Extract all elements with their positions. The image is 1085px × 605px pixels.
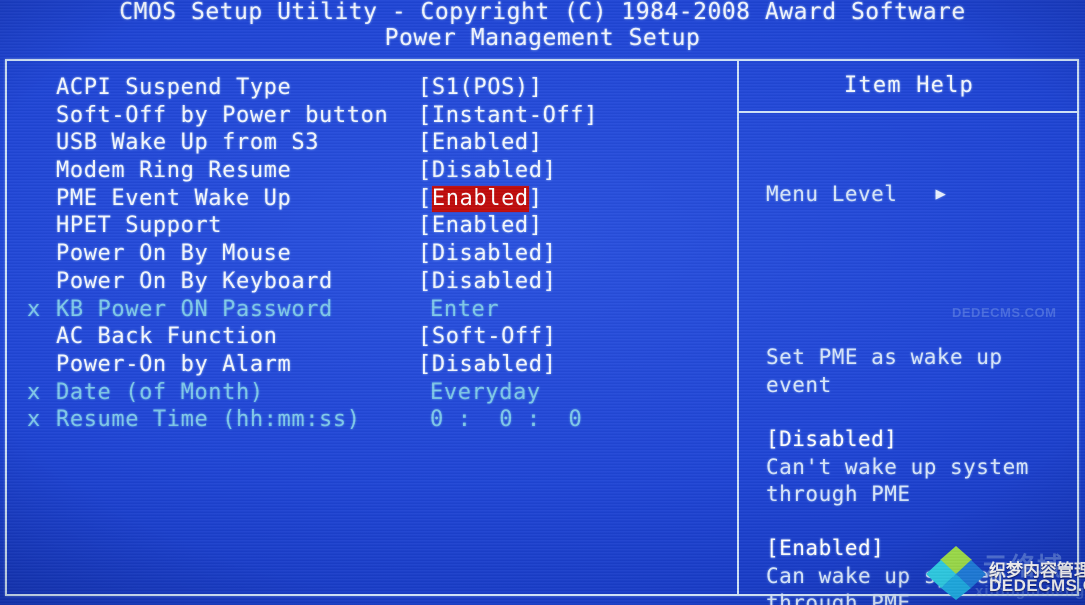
setting-row[interactable]: USB Wake Up from S3 [Enabled]: [0, 129, 737, 157]
setting-value[interactable]: [Enabled]: [418, 212, 543, 240]
setting-row[interactable]: x Resume Time (hh:mm:ss) 0 : 0 : 0: [0, 406, 737, 434]
faint-watermark-text: DEDECMS.COM: [952, 305, 1057, 320]
setting-row[interactable]: Modem Ring Resume [Disabled]: [0, 157, 737, 185]
help-line: Set PME as wake up: [766, 345, 1003, 370]
setting-row[interactable]: HPET Support [Enabled]: [0, 212, 737, 240]
settings-list: ACPI Suspend Type [S1(POS)] Soft-Off by Po…: [0, 74, 737, 434]
setting-label: AC Back Function: [56, 324, 278, 350]
setting-label: Date (of Month): [56, 379, 264, 405]
setting-label: Power On By Keyboard: [56, 268, 333, 294]
setting-row[interactable]: AC Back Function [Soft-Off]: [0, 323, 737, 351]
help-spacer: [766, 399, 1076, 426]
disabled-marker-icon: x: [27, 379, 41, 405]
dedecms-watermark: 云络域 xitonghcheng.com 织梦内容管理系统 DEDECMS.CO…: [925, 543, 1085, 601]
help-line: [Disabled]: [766, 427, 898, 452]
setting-row[interactable]: x KB Power ON Password Enter: [0, 296, 737, 324]
disabled-marker-icon: x: [27, 296, 41, 322]
setting-row[interactable]: x Date (of Month) Everyday: [0, 379, 737, 407]
setting-value[interactable]: [Enabled]: [418, 185, 543, 213]
setting-row[interactable]: Power On By Mouse [Disabled]: [0, 240, 737, 268]
help-spacer: [766, 262, 1076, 289]
setting-label: Power-On by Alarm: [56, 351, 292, 377]
setting-row[interactable]: Soft-Off by Power button [Instant-Off]: [0, 102, 737, 130]
selected-value-highlight[interactable]: Enabled: [431, 185, 529, 212]
setting-label: Resume Time (hh:mm:ss): [56, 407, 361, 433]
value-bracket-close: ]: [528, 185, 543, 211]
setting-label: KB Power ON Password: [56, 296, 333, 322]
setting-value[interactable]: [Disabled]: [418, 268, 556, 296]
help-line: Can't wake up system: [766, 454, 1029, 479]
screen-title-block: CMOS Setup Utility - Copyright (C) 1984-…: [0, 0, 1085, 51]
setting-value[interactable]: Enter: [430, 296, 499, 324]
value-bracket-open: [: [418, 185, 432, 211]
setting-label: Power On By Mouse: [56, 241, 292, 267]
setting-value[interactable]: [Disabled]: [418, 157, 556, 185]
help-line: event: [766, 372, 832, 397]
item-help-body: Menu Level ▶ Set PME as wake up event [Disa…: [766, 126, 1076, 605]
setting-value[interactable]: [Enabled]: [418, 129, 543, 157]
setting-row[interactable]: Power-On by Alarm [Disabled]: [0, 351, 737, 379]
setting-value[interactable]: [Disabled]: [418, 351, 556, 379]
setting-label: Modem Ring Resume: [56, 158, 292, 184]
panel-divider: [737, 59, 739, 596]
page-title: Power Management Setup: [384, 25, 701, 51]
dedecms-watermark-en: DEDECMS.COM: [989, 576, 1085, 595]
bios-setup-screen: CMOS Setup Utility - Copyright (C) 1984-…: [0, 0, 1085, 605]
help-spacer: [766, 508, 1076, 535]
menu-level-arrow-icon: ▶: [935, 183, 947, 204]
setting-label: HPET Support: [56, 213, 223, 239]
disabled-marker-icon: x: [27, 407, 41, 433]
setting-label: ACPI Suspend Type: [56, 75, 292, 100]
setting-value[interactable]: [Disabled]: [418, 240, 556, 268]
item-help-header: Item Help: [843, 73, 974, 98]
setting-value[interactable]: [Instant-Off]: [418, 102, 598, 130]
setting-value[interactable]: [Soft-Off]: [418, 323, 556, 351]
utility-title: CMOS Setup Utility - Copyright (C) 1984-…: [119, 0, 966, 25]
setting-label: PME Event Wake Up: [56, 185, 292, 211]
setting-row[interactable]: ACPI Suspend Type [S1(POS)]: [0, 74, 737, 102]
menu-level-label: Menu Level: [766, 181, 898, 206]
setting-row[interactable]: Power On By Keyboard [Disabled]: [0, 268, 737, 296]
setting-row[interactable]: PME Event Wake Up [Enabled]: [0, 185, 737, 213]
help-line: through PME: [766, 481, 911, 506]
menu-level-row: Menu Level ▶: [766, 181, 1076, 208]
setting-value[interactable]: Everyday: [430, 379, 541, 407]
setting-label: Soft-Off by Power button: [56, 102, 389, 128]
setting-value[interactable]: [S1(POS)]: [418, 74, 543, 102]
item-help-header-rule: [739, 111, 1079, 113]
setting-label: USB Wake Up from S3: [56, 130, 320, 156]
setting-value[interactable]: 0 : 0 : 0: [430, 406, 582, 434]
